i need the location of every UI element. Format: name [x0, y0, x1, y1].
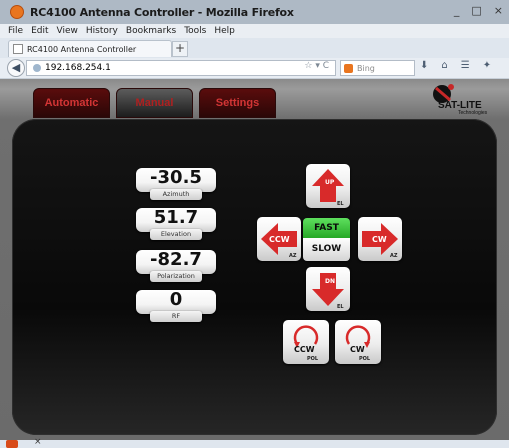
address-controls[interactable]: ☆ ▾ C — [304, 61, 329, 71]
rotate-ccw-icon — [293, 325, 319, 348]
toolbar-icons: ⬇ ⌂ ☰ ✦ — [420, 60, 491, 71]
new-tab-button[interactable]: + — [172, 41, 188, 57]
tab-manual[interactable]: Manual — [116, 88, 193, 118]
menu-tools[interactable]: Tools — [184, 26, 206, 36]
ccw-az-button[interactable]: CCW AZ — [257, 217, 301, 261]
addon-bar-icon[interactable] — [6, 440, 18, 448]
page-icon — [13, 44, 23, 54]
rf-readout: 0 RF — [136, 289, 216, 322]
ccw-pol-sub-label: POL — [307, 356, 319, 362]
menu-bar: File Edit View History Bookmarks Tools H… — [0, 24, 509, 38]
menu-history[interactable]: History — [86, 26, 118, 36]
rf-label: RF — [150, 311, 202, 322]
status-close-button[interactable]: × — [34, 437, 42, 447]
addons-icon[interactable]: ✦ — [483, 60, 491, 71]
menu-help[interactable]: Help — [214, 26, 235, 36]
menu-file[interactable]: File — [8, 26, 23, 36]
azimuth-label: Azimuth — [150, 189, 202, 200]
cw-pol-label: CW — [350, 345, 365, 354]
ccw-az-sub-label: AZ — [289, 253, 297, 259]
fast-button[interactable]: FAST — [303, 218, 350, 238]
browser-tab-bar: RC4100 Antenna Controller + — [0, 38, 509, 58]
home-icon[interactable]: ⌂ — [441, 60, 447, 71]
tab-settings[interactable]: Settings — [199, 88, 276, 118]
up-sub-label: EL — [337, 201, 344, 207]
address-bar[interactable]: 192.168.254.1 ☆ ▾ C — [26, 60, 336, 76]
sat-lite-logo: SAT-LITE Technologies — [430, 82, 496, 116]
window-title-bar: RC4100 Antenna Controller - Mozilla Fire… — [0, 0, 509, 24]
polarization-label: Polarization — [150, 271, 202, 282]
bookmarks-icon[interactable]: ☰ — [461, 60, 470, 71]
ccw-pol-label: CCW — [294, 345, 315, 354]
rotate-cw-icon — [345, 325, 371, 348]
close-button[interactable]: × — [494, 4, 503, 17]
cw-az-button[interactable]: CW AZ — [358, 217, 402, 261]
ccw-pol-button[interactable]: CCW POL — [283, 320, 329, 364]
minimize-button[interactable]: _ — [454, 4, 460, 17]
dn-sub-label: EL — [337, 304, 344, 310]
polarization-readout: -82.7 Polarization — [136, 249, 216, 282]
download-icon[interactable]: ⬇ — [420, 60, 428, 71]
polarization-value: -82.7 — [150, 249, 202, 270]
window-controls: _ □ × — [454, 4, 503, 17]
speed-toggle: FAST SLOW — [303, 218, 350, 261]
status-bar: × — [0, 437, 509, 448]
slow-button[interactable]: SLOW — [303, 238, 350, 261]
cw-az-label: CW — [372, 235, 387, 244]
menu-view[interactable]: View — [57, 26, 78, 36]
globe-icon — [33, 64, 41, 72]
search-box[interactable]: Bing — [340, 60, 415, 76]
azimuth-readout: -30.5 Azimuth — [136, 167, 216, 200]
search-engine-icon — [344, 63, 353, 73]
rf-value: 0 — [169, 289, 183, 310]
azimuth-value: -30.5 — [150, 167, 202, 188]
control-panel — [12, 119, 497, 435]
window-title: RC4100 Antenna Controller - Mozilla Fire… — [30, 5, 294, 19]
up-el-button[interactable]: UP EL — [306, 164, 350, 208]
dn-el-button[interactable]: DN EL — [306, 267, 350, 311]
dn-label: DN — [325, 278, 336, 285]
elevation-value: 51.7 — [153, 207, 199, 228]
address-text: 192.168.254.1 — [45, 63, 111, 73]
cw-pol-sub-label: POL — [359, 356, 371, 362]
menu-bookmarks[interactable]: Bookmarks — [126, 26, 176, 36]
browser-tab[interactable]: RC4100 Antenna Controller — [8, 40, 172, 57]
up-label: UP — [325, 179, 335, 186]
back-button[interactable]: ◀ — [7, 59, 25, 77]
firefox-icon — [10, 5, 24, 19]
logo-subtext: Technologies — [458, 110, 488, 116]
browser-tab-label: RC4100 Antenna Controller — [27, 44, 137, 54]
navigation-bar: ◀ 192.168.254.1 ☆ ▾ C Bing ⬇ ⌂ ☰ ✦ — [0, 58, 509, 79]
search-placeholder: Bing — [357, 63, 375, 73]
elevation-readout: 51.7 Elevation — [136, 207, 216, 240]
tab-automatic[interactable]: Automatic — [33, 88, 110, 118]
cw-pol-button[interactable]: CW POL — [335, 320, 381, 364]
cw-az-sub-label: AZ — [390, 253, 398, 259]
elevation-label: Elevation — [150, 229, 202, 240]
menu-edit[interactable]: Edit — [31, 26, 48, 36]
ccw-az-label: CCW — [269, 235, 290, 244]
maximize-button[interactable]: □ — [471, 4, 481, 17]
